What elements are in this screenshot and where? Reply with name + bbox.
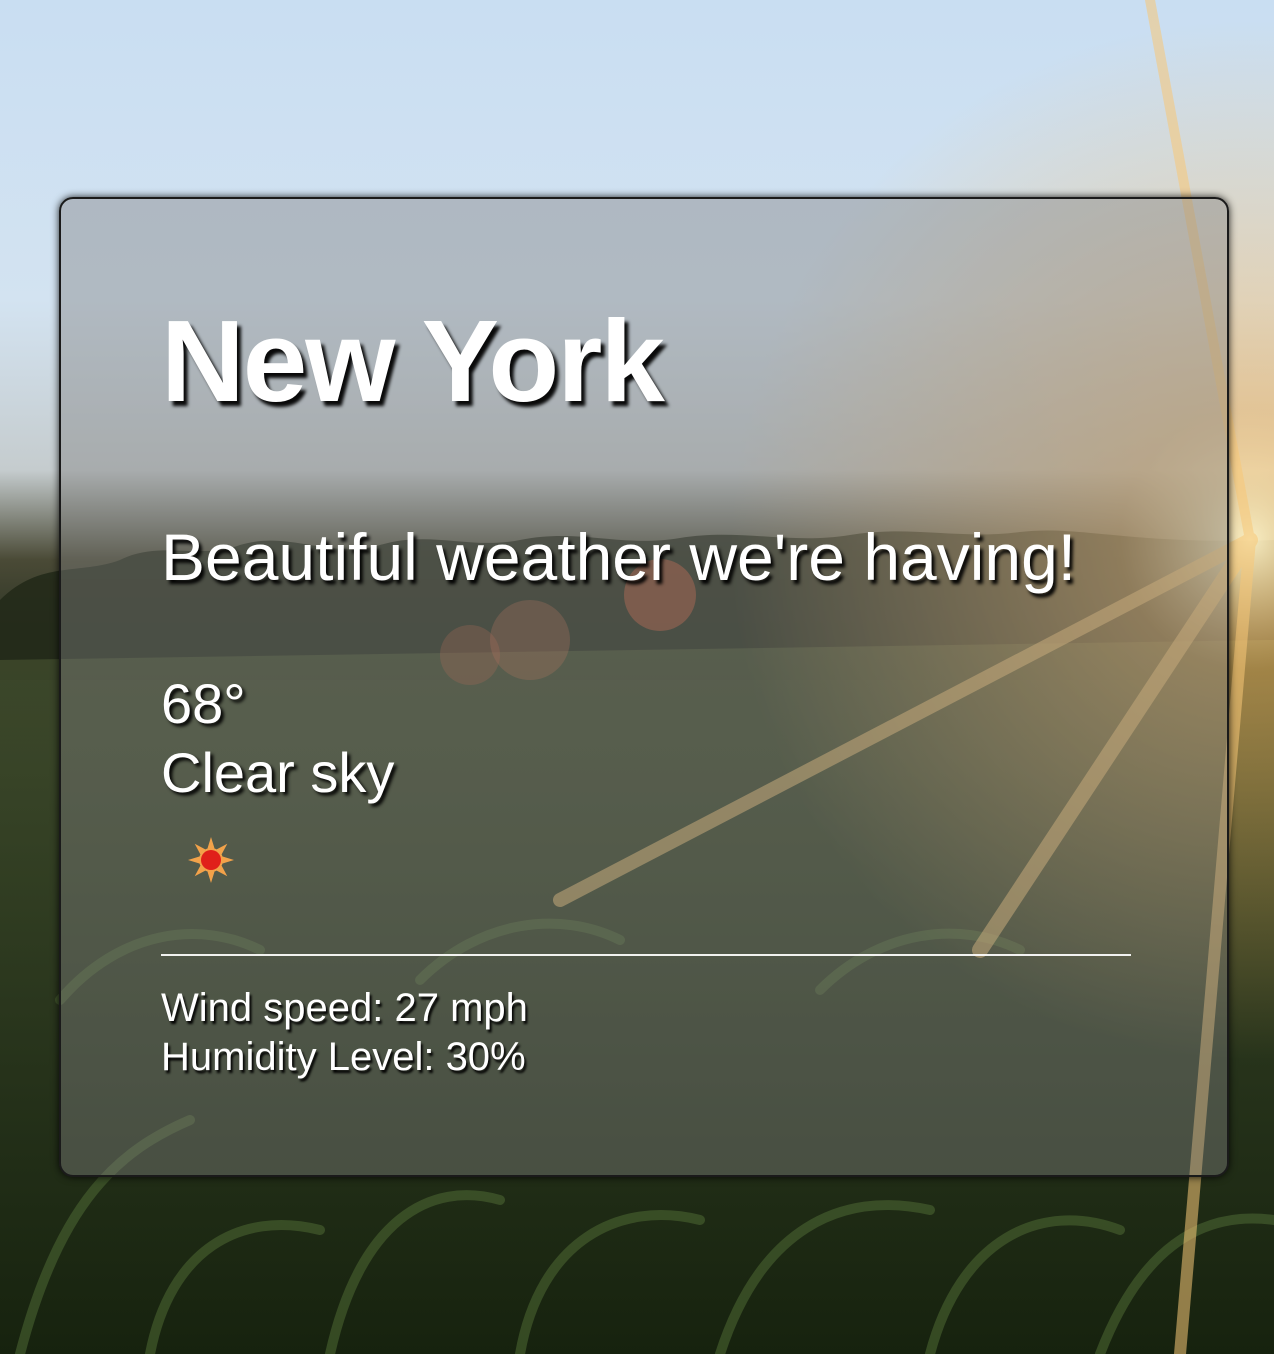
wind-speed-value: 27 — [394, 986, 439, 1030]
weather-tagline: Beautiful weather we're having! — [161, 520, 1077, 594]
sun-icon — [186, 835, 236, 885]
wind-speed: Wind speed: 27 mph — [161, 988, 528, 1028]
humidity-label: Humidity Level: — [161, 1035, 446, 1079]
city-name: New York — [161, 296, 665, 426]
humidity-value: 30 — [445, 1035, 491, 1079]
wind-speed-unit: mph — [438, 986, 528, 1030]
humidity-unit: % — [490, 1035, 526, 1079]
temperature: 68° — [161, 672, 246, 735]
weather-condition: Clear sky — [161, 741, 395, 804]
wind-speed-label: Wind speed: — [161, 986, 395, 1030]
divider-line — [161, 954, 1131, 956]
weather-card: New York Beautiful weather we're having!… — [59, 197, 1229, 1177]
humidity-level: Humidity Level: 30% — [161, 1037, 526, 1077]
